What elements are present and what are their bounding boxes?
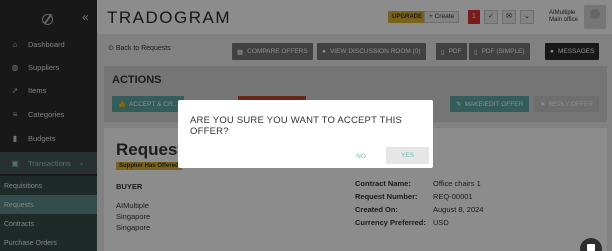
confirm-question: ARE YOU SURE YOU WANT TO ACCEPT THIS OFF… (190, 115, 403, 137)
confirm-dialog: ARE YOU SURE YOU WANT TO ACCEPT THIS OFF… (178, 100, 433, 168)
no-button[interactable]: NO (341, 148, 381, 164)
yes-button[interactable]: YES (386, 147, 429, 164)
